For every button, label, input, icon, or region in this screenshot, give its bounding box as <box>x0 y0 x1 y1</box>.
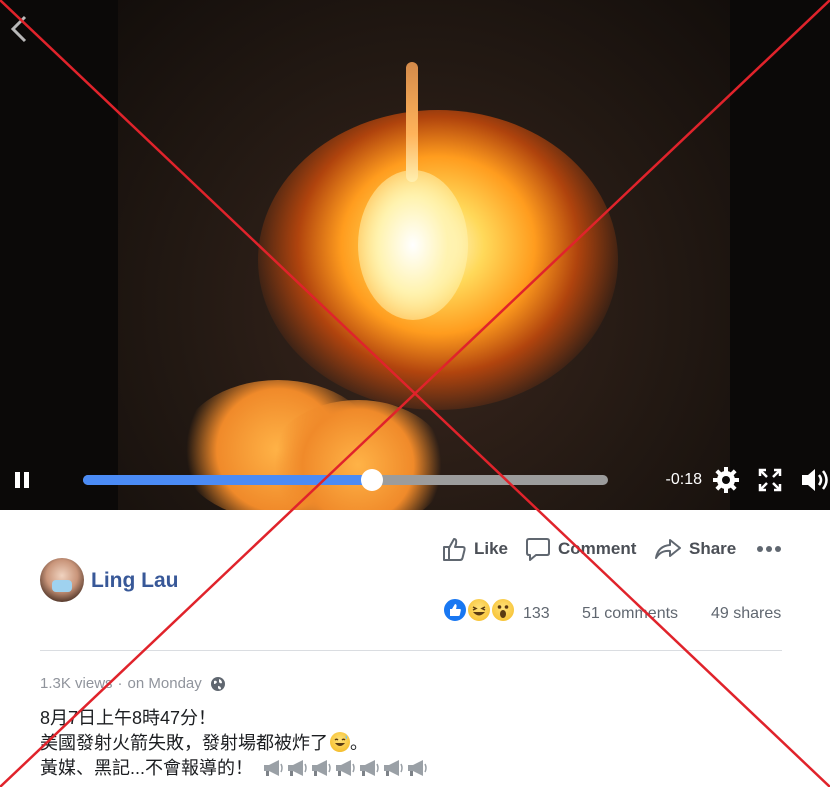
haha-reaction-icon <box>467 598 491 622</box>
meta-separator: · <box>117 675 123 692</box>
settings-gear-icon[interactable] <box>712 466 740 494</box>
comment-button[interactable]: Comment <box>525 535 636 563</box>
progress-bar[interactable] <box>83 469 608 491</box>
share-button[interactable]: Share <box>654 535 736 563</box>
thumbs-up-icon <box>443 538 466 561</box>
megaphone-icon <box>408 760 427 776</box>
divider <box>40 650 782 651</box>
megaphone-icon <box>360 760 379 776</box>
globe-icon <box>210 677 225 691</box>
reactions-count[interactable]: 133 <box>523 604 550 624</box>
volume-icon[interactable] <box>800 466 830 494</box>
megaphone-icon <box>336 760 355 776</box>
share-label: Share <box>689 539 737 558</box>
progress-knob[interactable] <box>360 469 383 491</box>
post-meta: 1.3K views · on Monday <box>40 674 226 694</box>
time-remaining: -0:18 <box>665 471 702 488</box>
post-timestamp-link[interactable]: on Monday <box>128 674 202 694</box>
shares-count-link[interactable]: 49 shares <box>711 604 781 624</box>
comment-bubble-icon <box>526 538 550 561</box>
megaphone-icon <box>384 760 403 776</box>
post-text-line: 8月7日上午8時47分！ <box>40 708 217 728</box>
back-chevron-icon[interactable] <box>8 14 30 44</box>
explosion-core <box>358 170 468 320</box>
video-player[interactable]: -0:18 <box>0 0 830 510</box>
comment-label: Comment <box>558 539 637 558</box>
video-frame <box>118 0 730 510</box>
comments-count-link[interactable]: 51 comments <box>582 604 678 624</box>
wow-reaction-icon <box>491 598 515 622</box>
pause-icon[interactable] <box>12 470 32 490</box>
megaphone-icon <box>312 760 331 776</box>
views-count: 1.3K views <box>40 675 113 692</box>
like-label: Like <box>474 539 509 558</box>
post-text-line: 黃媒、黑記...不會報導的！ <box>40 756 430 780</box>
megaphone-icon <box>264 760 283 776</box>
share-arrow-icon <box>655 539 681 559</box>
avatar-face-mask <box>52 580 72 592</box>
grinning-sweat-emoji-icon <box>330 732 350 752</box>
fullscreen-icon[interactable] <box>758 468 782 492</box>
more-options-icon[interactable] <box>756 540 782 558</box>
progress-fill <box>83 475 372 485</box>
like-reaction-icon <box>443 598 467 622</box>
post-text-line: 美國發射火箭失敗，發射場都被炸了 。 <box>40 732 368 753</box>
author-name-link[interactable]: Ling Lau <box>91 568 179 594</box>
megaphone-icon <box>288 760 307 776</box>
reaction-icons[interactable] <box>443 598 523 624</box>
megaphone-icons <box>262 758 430 778</box>
rocket-trail <box>406 62 418 182</box>
like-button[interactable]: Like <box>441 535 508 563</box>
avatar[interactable] <box>40 558 84 602</box>
